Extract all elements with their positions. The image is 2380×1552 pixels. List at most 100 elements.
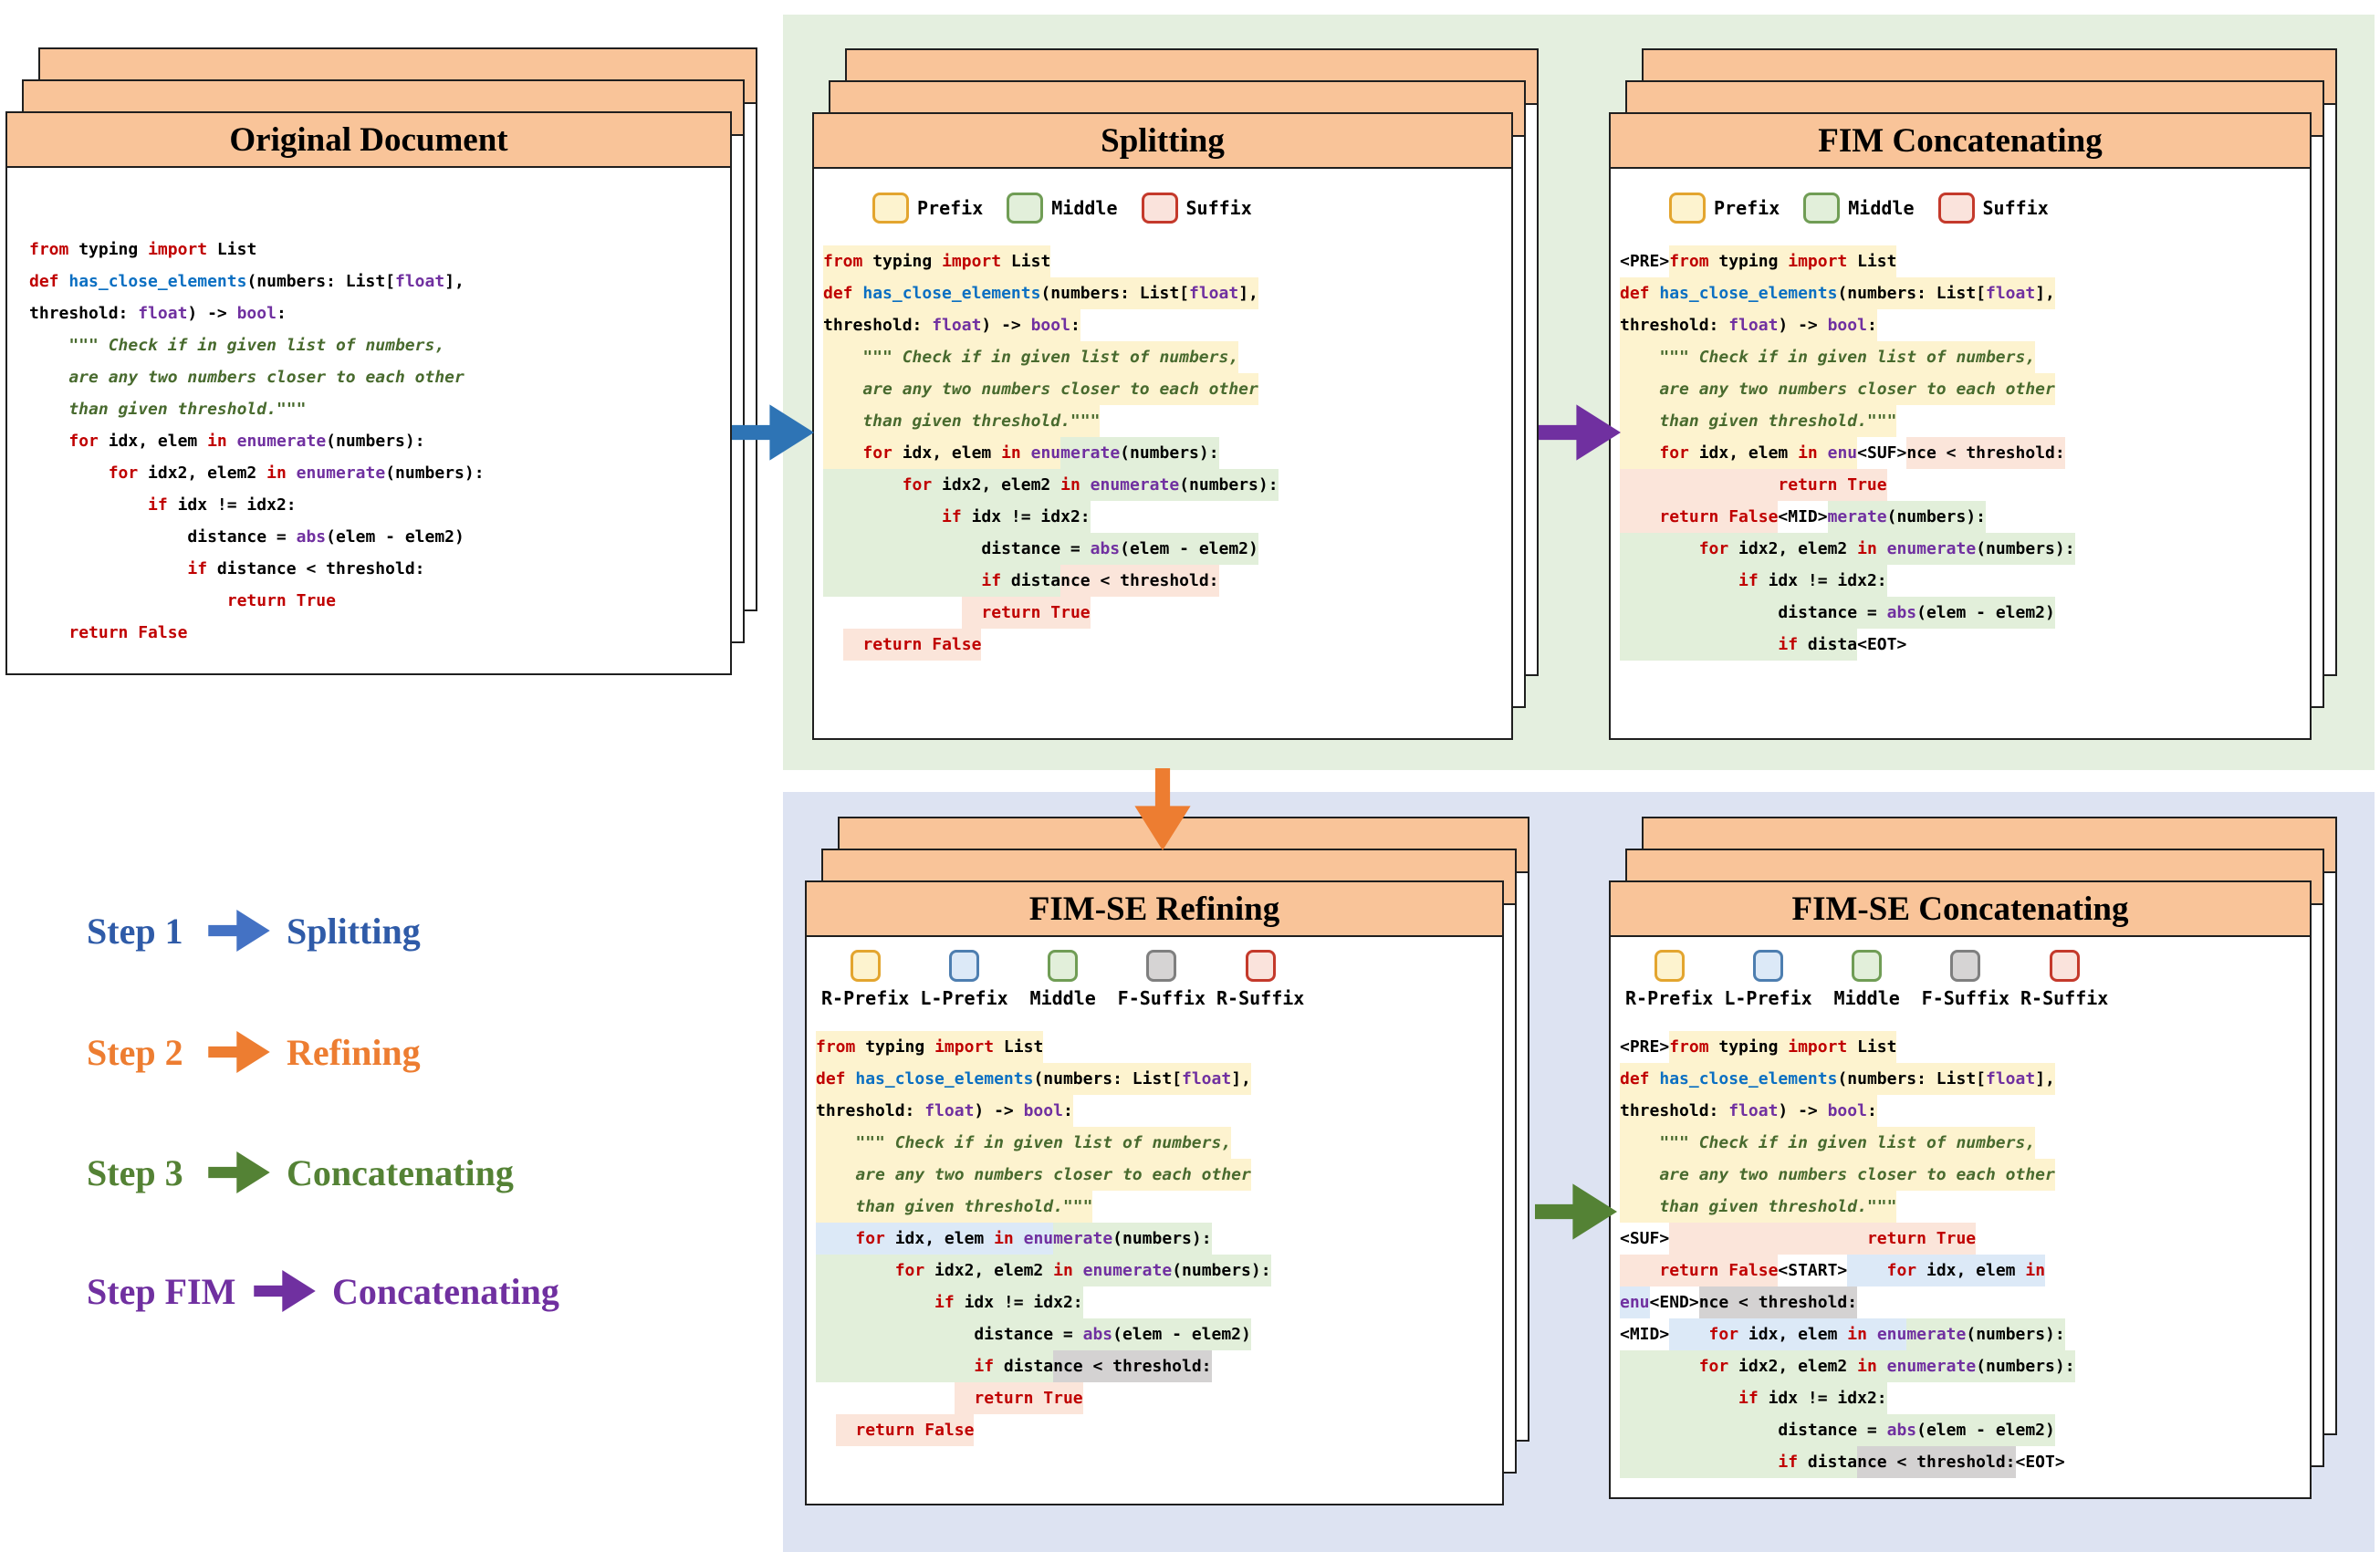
code-segment: than given threshold.""" (1620, 1191, 1897, 1223)
code-segment (1620, 1382, 1739, 1414)
code-segment: nce < threshold: (1857, 1446, 2016, 1478)
code-line: distance = abs(elem - elem2) (29, 521, 730, 553)
code-segment (823, 501, 943, 533)
code-segment: merate (1060, 437, 1121, 469)
code-segment: for (1708, 1318, 1739, 1350)
legend-label: R-Suffix (2020, 987, 2109, 1009)
code-segment: in (1847, 1318, 1867, 1350)
panel-title-bar: FIM Concatenating (1611, 114, 2310, 169)
code-segment: return False (68, 623, 188, 642)
code-segment: List (1847, 1031, 1897, 1063)
code-line: for idx2, elem2 in enumerate(numbers): (1620, 533, 2310, 565)
code-line: if distance < threshold: (816, 1350, 1502, 1382)
code-segment: if (1738, 565, 1759, 597)
code-segment: threshold: (823, 309, 933, 341)
arrow-splitting-to-fim-icon (1539, 404, 1621, 461)
code-segment: distance = (823, 533, 1091, 565)
code-segment (1072, 1255, 1083, 1286)
legend-item-suffix: Suffix (1141, 193, 1252, 224)
code-segment: distance = (816, 1318, 1083, 1350)
legend-swatch (1007, 193, 1044, 224)
legend-swatch (948, 950, 979, 982)
code-segment: dista (1001, 565, 1061, 597)
code-segment (1876, 1350, 1887, 1382)
panel-title-bar: Splitting (814, 114, 1511, 169)
code-line: threshold: float) -> bool: (29, 297, 730, 329)
code-segment: enu (1030, 437, 1061, 469)
code-line: if idx != idx2: (823, 501, 1511, 533)
code-segment (1817, 437, 1828, 469)
step-row-2: Step 2 Refining (87, 1025, 421, 1079)
legend-item-prefix: Prefix (872, 193, 983, 224)
legend-item-middle: Middle (1019, 950, 1107, 1009)
arrow-refining-to-concat-icon (1535, 1183, 1617, 1240)
code-segment: idx != idx2: (1758, 565, 1887, 597)
code-segment: enumerate (1886, 1350, 1977, 1382)
code-segment: in (1857, 533, 1877, 565)
code-segment: import (1788, 245, 1848, 277)
code-segment: merate (1906, 1318, 1967, 1350)
step-row-fim: Step FIM Concatenating (87, 1264, 559, 1318)
code-segment (823, 437, 863, 469)
code-segment (1620, 1255, 1660, 1286)
code-segment: dista (1798, 629, 1858, 661)
code-segment: return False (1659, 501, 1779, 533)
code-segment: """ Check if in given list of numbers, (1620, 1127, 2036, 1159)
panel-fim-concatenating: FIM Concatenating Prefix Middle Suffix <PR… (1609, 48, 2337, 740)
code-segment: enumerate (1082, 1255, 1173, 1286)
legend-item-middle: Middle (1803, 193, 1915, 224)
code-segment: from (816, 1031, 856, 1063)
legend: Prefix Middle Suffix (872, 193, 1511, 224)
code-line: def has_close_elements(numbers: List[flo… (29, 266, 730, 297)
code-segment: float (138, 304, 188, 323)
panel-title-bar: FIM-SE Refining (807, 882, 1502, 937)
code-segment: ) -> (981, 309, 1031, 341)
code-segment: in (1053, 1255, 1073, 1286)
code-segment: def (29, 272, 69, 291)
code-line: return False (29, 617, 730, 649)
code-segment: (numbers): (326, 432, 425, 451)
code-segment: enu (1023, 1223, 1054, 1255)
code-segment: idx != idx2: (961, 501, 1091, 533)
code-segment: if (942, 501, 962, 533)
panel-title: FIM-SE Concatenating (1791, 890, 2129, 928)
legend-label: F-Suffix (1921, 987, 2009, 1009)
code-segment: (numbers): (1976, 1350, 2075, 1382)
code-line: if distance < threshold:<EOT> (1620, 1446, 2310, 1478)
legend-label: Middle (1848, 197, 1915, 219)
code-segment (1620, 565, 1739, 597)
code-segment: in (207, 432, 227, 451)
code-segment: enu (1620, 1286, 1650, 1318)
code-segment: from (1669, 1031, 1709, 1063)
code-segment: return True (1866, 1223, 1977, 1255)
legend-label: Prefix (1714, 197, 1780, 219)
legend: Prefix Middle Suffix (1669, 193, 2310, 224)
code-segment: float (932, 309, 982, 341)
code-line: threshold: float) -> bool: (1620, 309, 2310, 341)
code-line: def has_close_elements(numbers: List[flo… (1620, 277, 2310, 309)
panel-title: FIM Concatenating (1818, 121, 2103, 160)
panel-body: Prefix Middle Suffix from typing import Li… (814, 169, 1511, 738)
code-line: def has_close_elements(numbers: List[flo… (816, 1063, 1502, 1095)
legend-swatch (850, 950, 881, 982)
legend-swatch (2049, 950, 2080, 982)
code-line: return False<START> for idx, elem in (1620, 1255, 2310, 1286)
code-segment: merate (1053, 1223, 1113, 1255)
legend-item-l-prefix: L-Prefix (920, 950, 1008, 1009)
code-segment: dista (1798, 1446, 1858, 1478)
code-segment: <PRE> (1620, 252, 1670, 271)
code-segment: idx2, elem2 (924, 1255, 1054, 1286)
code-block: <PRE>from typing import List def has_clos… (1611, 1031, 2310, 1478)
code-segment: def (823, 277, 863, 309)
code-segment: idx, elem (1738, 1318, 1848, 1350)
legend-label: Middle (1051, 197, 1118, 219)
legend-swatch (872, 193, 909, 224)
code-line: return False (816, 1414, 1502, 1446)
code-line: return False<MID>merate(numbers): (1620, 501, 2310, 533)
code-segment: are any two numbers closer to each other (29, 368, 465, 387)
legend-swatch (1669, 193, 1706, 224)
code-segment: are any two numbers closer to each other (823, 373, 1258, 405)
code-segment (823, 565, 982, 597)
